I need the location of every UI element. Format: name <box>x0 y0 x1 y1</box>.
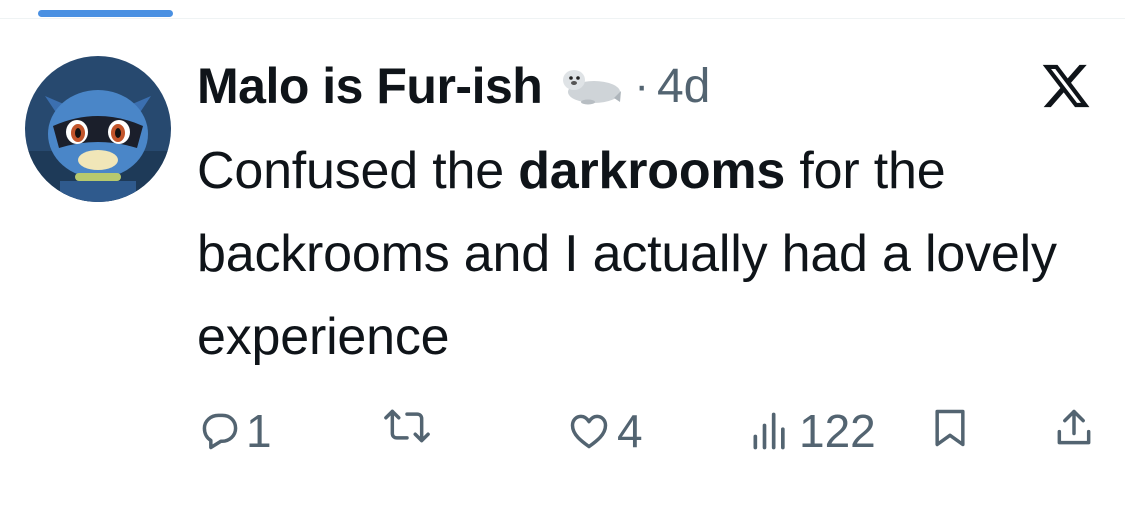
retweet-icon <box>384 409 430 443</box>
tweet[interactable]: Malo is Fur-ish · 4d Confused the darkro… <box>197 48 1057 379</box>
tweet-text: Confused the darkrooms for the backrooms… <box>197 130 1057 379</box>
author-name[interactable]: Malo is Fur-ish <box>197 57 543 115</box>
top-divider <box>0 18 1125 19</box>
views-icon <box>753 412 785 450</box>
timestamp[interactable]: 4d <box>657 59 710 114</box>
bookmark-icon <box>935 409 965 447</box>
tweet-text-bold: darkrooms <box>518 142 786 200</box>
reply-button[interactable]: 1 <box>198 404 272 458</box>
share-icon <box>1057 409 1091 445</box>
like-button[interactable]: 4 <box>565 404 643 458</box>
tweet-header: Malo is Fur-ish · 4d <box>197 48 1057 124</box>
heart-icon <box>570 414 608 449</box>
view-count: 122 <box>799 405 876 457</box>
bookmark-button[interactable] <box>928 404 972 452</box>
seal-emoji-icon <box>558 64 622 108</box>
retweet-button[interactable] <box>382 404 432 448</box>
reply-icon <box>202 413 238 450</box>
avatar[interactable] <box>25 56 171 202</box>
tab-indicator <box>38 10 173 17</box>
reply-count: 1 <box>246 405 272 457</box>
share-button[interactable] <box>1052 404 1096 452</box>
separator-dot: · <box>634 61 649 110</box>
tweet-actions: 1 4 122 <box>0 404 1125 464</box>
like-count: 4 <box>617 405 643 457</box>
views-button[interactable]: 122 <box>745 404 876 458</box>
tweet-text-part: Confused the <box>197 142 519 200</box>
